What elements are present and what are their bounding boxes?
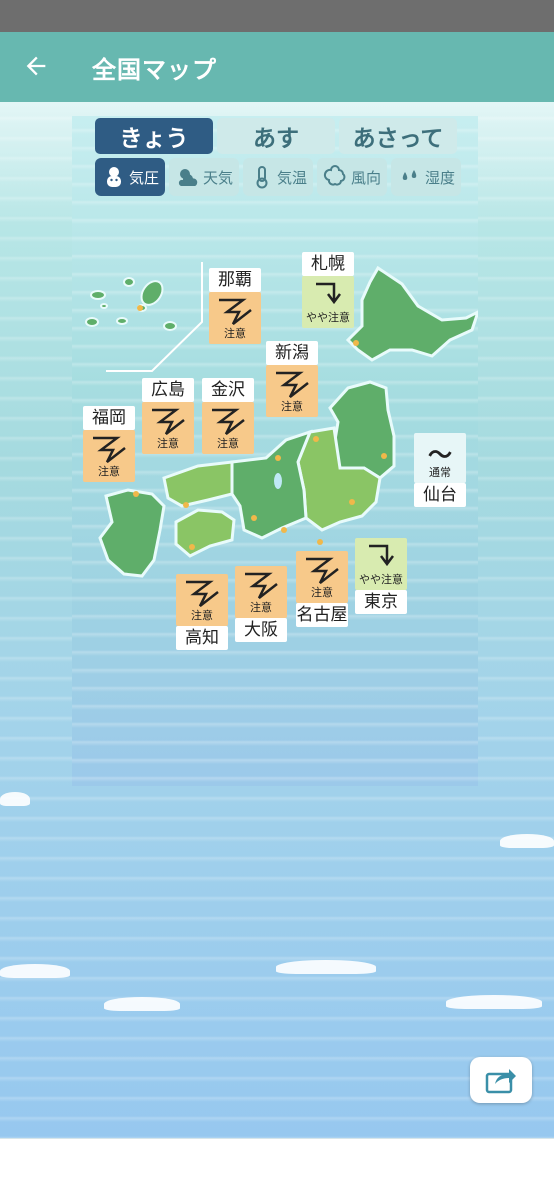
- status-bar: [0, 0, 554, 32]
- city-badge-kochi[interactable]: 注意 高知: [176, 574, 228, 650]
- tab-pressure-label: 気圧: [128, 168, 159, 187]
- pressure-level-card: 〜 通常: [414, 433, 466, 483]
- pressure-level-card: 注意: [296, 551, 348, 603]
- pressure-caution-icon: [212, 408, 245, 435]
- level-label: 通常: [429, 466, 451, 479]
- city-badge-osaka[interactable]: 注意 大阪: [235, 566, 287, 642]
- tab-humidity[interactable]: 湿度: [391, 158, 461, 196]
- city-name: 広島: [142, 378, 194, 402]
- city-badge-kanazawa[interactable]: 金沢 注意: [202, 378, 254, 454]
- level-label: 注意: [191, 609, 213, 622]
- city-badge-tokyo[interactable]: やや注意 東京: [355, 538, 407, 614]
- wind-icon: [323, 165, 346, 186]
- thermometer-icon: [256, 166, 268, 189]
- city-name: 高知: [176, 626, 228, 650]
- pressure-level-card: やや注意: [355, 538, 407, 590]
- tab-weather[interactable]: 天気: [169, 158, 239, 196]
- pressure-caution-icon: [276, 371, 309, 398]
- level-label: 注意: [157, 437, 179, 450]
- city-name: 仙台: [414, 483, 466, 507]
- hokkaido-region: [345, 265, 478, 362]
- pressure-level-card: やや注意: [302, 276, 354, 328]
- tab-wind[interactable]: 風向: [317, 158, 387, 196]
- pressure-level-card: 注意: [266, 365, 318, 417]
- city-name: 東京: [355, 590, 407, 614]
- city-badge-fukuoka[interactable]: 福岡 注意: [83, 406, 135, 482]
- city-name: 福岡: [83, 406, 135, 430]
- bottom-bar: [0, 1138, 554, 1201]
- city-name: 金沢: [202, 378, 254, 402]
- pressure-mild-icon: [316, 282, 341, 305]
- pressure-level-card: 注意: [202, 402, 254, 454]
- city-name: 大阪: [235, 618, 287, 642]
- level-label: 注意: [281, 400, 303, 413]
- kyushu-region: [98, 488, 166, 578]
- pressure-level-card: 注意: [209, 292, 261, 344]
- pressure-caution-icon: [152, 408, 185, 435]
- pressure-level-card: 注意: [142, 402, 194, 454]
- pressure-caution-icon: [306, 557, 339, 584]
- tab-today[interactable]: きょう: [95, 118, 213, 154]
- city-badge-niigata[interactable]: 新潟 注意: [266, 341, 318, 417]
- app-bar: 全国マップ: [0, 32, 554, 102]
- pressure-caution-icon: [93, 436, 126, 463]
- droplets-icon: [402, 170, 417, 180]
- tab-temperature-label: 気温: [276, 168, 307, 187]
- sun-cloud-icon: [178, 169, 198, 186]
- pressure-level-card: 注意: [235, 566, 287, 618]
- level-label: やや注意: [359, 573, 403, 586]
- share-icon: [485, 1069, 516, 1094]
- tab-humidity-label: 湿度: [424, 168, 455, 187]
- level-label: 注意: [311, 586, 333, 599]
- tab-tomorrow[interactable]: あす: [217, 118, 335, 154]
- tab-pressure[interactable]: 気圧: [95, 158, 165, 196]
- level-label: 注意: [250, 601, 272, 614]
- level-label: 注意: [98, 465, 120, 478]
- share-button[interactable]: [470, 1057, 532, 1103]
- page-title: 全国マップ: [92, 56, 217, 84]
- okinawa-separator: [106, 262, 203, 372]
- pressure-mild-icon: [369, 544, 394, 567]
- city-badge-hiroshima[interactable]: 広島 注意: [142, 378, 194, 454]
- chugoku-region: [162, 460, 234, 508]
- city-badge-sendai[interactable]: 〜 通常 仙台: [414, 433, 466, 507]
- level-label: 注意: [224, 327, 246, 340]
- day-tabs: きょう あす あさって: [95, 118, 459, 156]
- pressure-level-card: 注意: [83, 430, 135, 482]
- pressure-caution-icon: [245, 572, 278, 599]
- pressure-caution-icon: [186, 580, 219, 607]
- city-badge-nagoya[interactable]: 注意 名古屋: [296, 551, 348, 627]
- tab-wind-label: 風向: [350, 168, 381, 187]
- level-label: やや注意: [306, 311, 350, 324]
- city-badge-sapporo[interactable]: 札幌 やや注意: [302, 252, 354, 328]
- city-name: 札幌: [302, 252, 354, 276]
- tab-weather-label: 天気: [202, 168, 233, 187]
- category-tabs: 気圧 天気 気温 風向 湿度: [95, 158, 461, 196]
- city-name: 名古屋: [296, 603, 348, 627]
- city-name: 新潟: [266, 341, 318, 365]
- city-name: 那覇: [209, 268, 261, 292]
- tab-day-after-tomorrow[interactable]: あさって: [339, 118, 457, 154]
- pressure-level-card: 注意: [176, 574, 228, 626]
- back-arrow-icon[interactable]: [22, 52, 50, 80]
- pressure-caution-icon: [219, 298, 252, 325]
- tab-temperature[interactable]: 気温: [243, 158, 313, 196]
- shikoku-region: [174, 508, 236, 558]
- level-label: 注意: [217, 437, 239, 450]
- city-badge-naha[interactable]: 那覇 注意: [209, 268, 261, 344]
- pressure-character-icon: [106, 167, 121, 187]
